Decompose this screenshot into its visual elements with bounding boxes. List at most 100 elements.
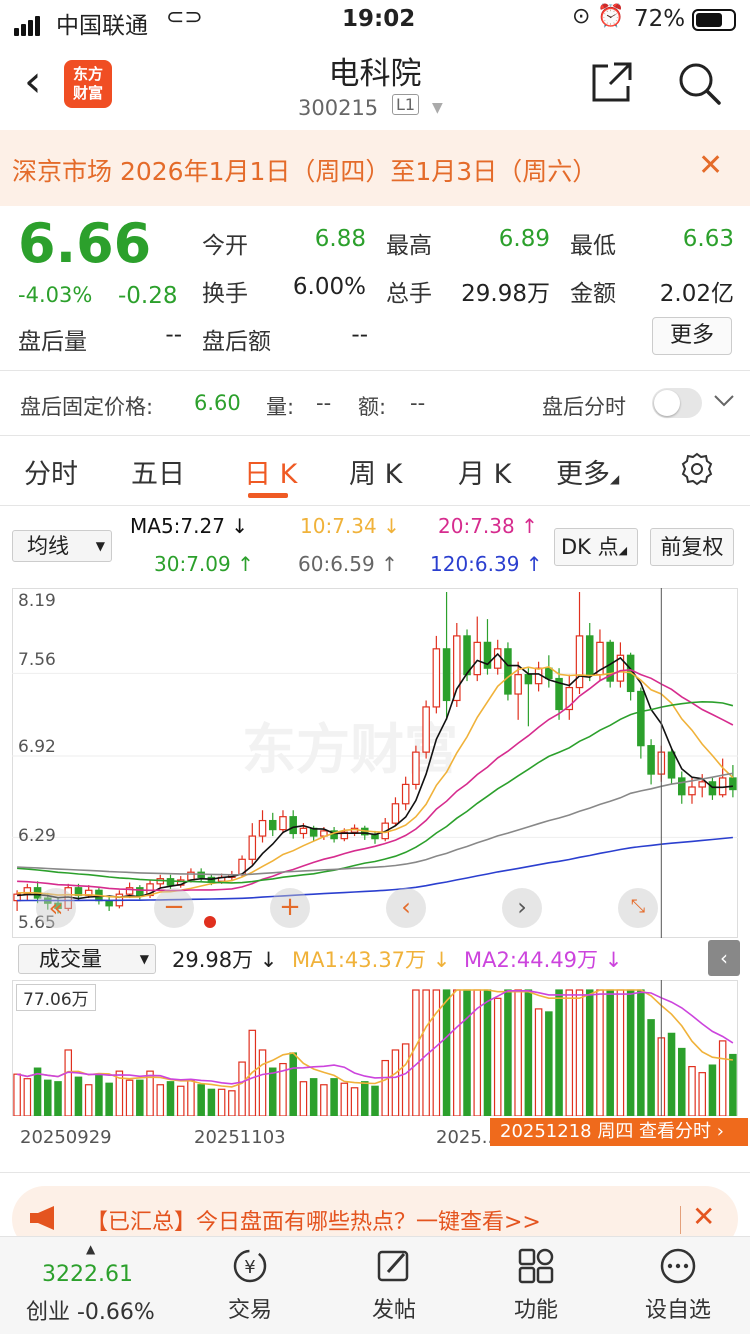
more-button[interactable]: 更多 (652, 317, 732, 355)
holiday-banner[interactable]: 深京市场 2026年1月1日（周四）至1月3日（周六） ✕ (0, 130, 750, 206)
gear-icon[interactable] (680, 452, 714, 486)
volume-bar (647, 1019, 655, 1116)
nav-watchlist[interactable]: 设自选 (628, 1246, 728, 1324)
volume-bar (340, 1082, 349, 1116)
volume-bar (74, 1076, 83, 1116)
volume-bar (166, 1081, 175, 1116)
volume-indicator-select[interactable]: 成交量 ▼ (18, 944, 156, 974)
nav-functions[interactable]: 功能 (486, 1246, 586, 1324)
volume-bar (23, 1078, 32, 1116)
caret-up-icon: ▲ (86, 1242, 96, 1256)
ma30-label: 30:7.09 ↑ (154, 552, 254, 576)
promo-text[interactable]: 【已汇总】今日盘面有哪些热点？一键查看>> (86, 1204, 541, 1236)
level-badge[interactable]: L1 (392, 94, 420, 115)
chevron-down-icon[interactable]: ▼ (432, 100, 443, 116)
volume-bar (453, 989, 461, 1116)
volume-bar (616, 989, 625, 1116)
crosshair-date-tag[interactable]: 20251218 周四 查看分时 › (490, 1118, 748, 1146)
volume-bar (391, 1049, 400, 1116)
stock-code: 300215 (298, 96, 379, 120)
edit-icon (377, 1250, 409, 1282)
after-hours-row: 盘后固定价格: 6.60 量: -- 额: -- 盘后分时 (0, 371, 750, 435)
volume-bar (228, 1090, 236, 1116)
volume-bar (13, 1073, 21, 1116)
volume-bar (606, 989, 614, 1116)
share-icon[interactable] (590, 60, 634, 104)
volume-bar (708, 1064, 717, 1116)
volume-bar (54, 1081, 62, 1116)
volume-ma2: MA2:44.49万 ↓ (464, 948, 623, 972)
after-amount-value: -- (410, 391, 426, 415)
active-tab-indicator (248, 493, 288, 498)
quote-label: 总手 (386, 281, 432, 307)
carrier-name: 中国联通 (56, 13, 148, 39)
ma5-label: MA5:7.27 ↓ (130, 514, 249, 538)
volume-bar (95, 1073, 103, 1116)
change-amount: -0.28 (118, 283, 178, 309)
tab-timeshare[interactable]: 分时 (24, 452, 78, 491)
volume-bar (493, 997, 502, 1116)
volume-bar (718, 1040, 727, 1116)
volume-bar (64, 1049, 73, 1116)
forward-adjust-button[interactable]: 前复权 (650, 528, 734, 566)
volume-chart[interactable] (12, 980, 738, 1116)
candlestick-chart[interactable]: 东方财富 (12, 588, 738, 938)
change-percent: -4.03% (18, 283, 93, 307)
tab-more[interactable]: 更多◢ (556, 452, 619, 491)
volume-bar (176, 1085, 185, 1116)
volume-bar (401, 1043, 410, 1116)
volume-value: 29.98万 ↓ (172, 948, 278, 972)
candle (412, 745, 420, 790)
after-hours-toggle[interactable] (652, 388, 702, 418)
chevron-down-icon[interactable] (712, 388, 736, 412)
quote-label: 今开 (202, 233, 248, 259)
next-icon[interactable]: › (502, 888, 542, 928)
dk-point-button[interactable]: DK 点◢ (554, 528, 638, 566)
tab-daily-k[interactable]: 日 K (244, 452, 297, 491)
quote-value: 6.88 (314, 226, 366, 252)
volume-bar (677, 1047, 686, 1116)
tab-monthly-k[interactable]: 月 K (458, 452, 511, 491)
prev-icon[interactable]: ‹ (386, 888, 426, 928)
volume-bar (136, 1079, 144, 1116)
close-icon[interactable]: ✕ (692, 1200, 715, 1233)
volume-bar (320, 1084, 328, 1116)
nav-trade[interactable]: ¥ 交易 (200, 1246, 300, 1324)
quote-label: 换手 (202, 281, 248, 307)
volume-bar (268, 1067, 277, 1116)
nav-post[interactable]: 发帖 (344, 1246, 444, 1324)
after-amount-label: 额: (358, 395, 387, 419)
battery-percent: 72% (634, 6, 686, 32)
after-volume-label: 量: (266, 395, 295, 419)
candle (422, 700, 430, 759)
volume-bar (667, 1032, 676, 1116)
close-icon[interactable]: ✕ (698, 148, 723, 183)
current-price: 6.66 (18, 212, 152, 275)
fullscreen-icon[interactable]: ⤡ (618, 888, 658, 928)
volume-bar (514, 989, 522, 1116)
zoom-in-icon[interactable]: + (270, 888, 310, 928)
after-hours-timeshare-label: 盘后分时 (542, 395, 626, 419)
y-axis-label: 8.19 (18, 591, 56, 611)
scroll-left-icon[interactable]: « (36, 888, 76, 928)
ma10-label: 10:7.34 ↓ (300, 514, 400, 538)
volume-bar (197, 1084, 205, 1116)
quote-value: 29.98万 (461, 281, 550, 307)
y-axis-label: 6.92 (18, 737, 56, 757)
index-name[interactable]: 创业 -0.66% (26, 1294, 155, 1326)
fixed-price-value: 6.60 (194, 391, 241, 415)
tab-five-day[interactable]: 五日 (131, 452, 185, 491)
volume-axis-top: 77.06万 (16, 984, 96, 1011)
volume-bar (361, 1081, 369, 1116)
index-value[interactable]: 3222.61 (42, 1262, 133, 1287)
search-icon[interactable] (676, 60, 722, 106)
megaphone-icon (30, 1206, 54, 1230)
quote-value: 6.89 (498, 226, 550, 252)
collapse-panel-icon[interactable]: ‹ (708, 940, 740, 976)
tab-weekly-k[interactable]: 周 K (349, 452, 402, 491)
divider (0, 505, 750, 506)
volume-bar (350, 1087, 359, 1116)
indicator-select[interactable]: 均线 ▼ (12, 530, 112, 562)
zoom-out-icon[interactable]: − (154, 888, 194, 928)
volume-bar (330, 1078, 338, 1116)
